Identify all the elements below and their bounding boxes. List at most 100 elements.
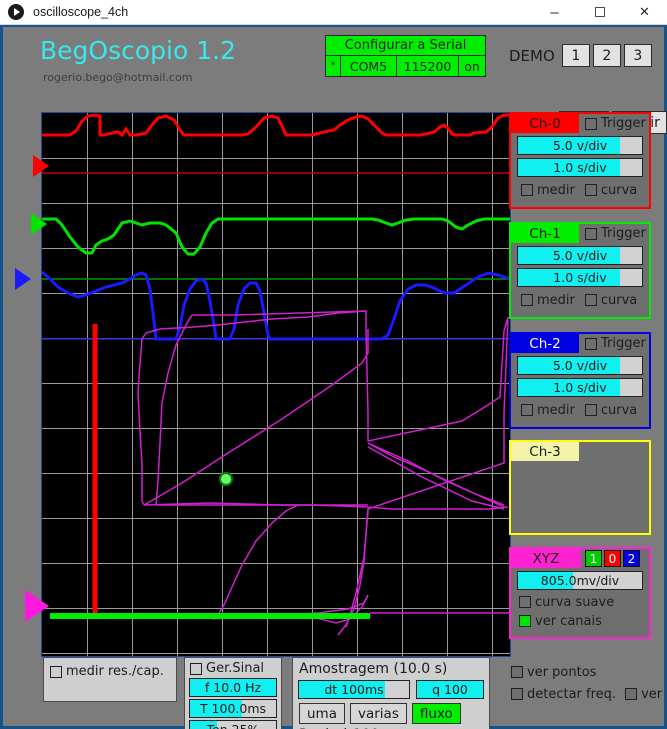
- serial-config-title[interactable]: Configurar a Serial: [326, 36, 485, 56]
- ch0-trigger-checkbox[interactable]: [585, 118, 597, 130]
- ch2-time-value: 1.0 s/div: [518, 379, 642, 396]
- ver-pontos-row[interactable]: ver pontos: [511, 661, 662, 683]
- ver-row[interactable]: ver: [625, 687, 662, 702]
- window-title: oscilloscope_4ch: [33, 5, 128, 19]
- ver-pontos-checkbox[interactable]: [511, 666, 523, 678]
- gerador-duty-slider[interactable]: Ton 25%: [189, 720, 277, 729]
- ch1-name-tag[interactable]: Ch-1: [511, 224, 579, 243]
- ch1-curva-group[interactable]: curva: [585, 293, 637, 308]
- amostragem-q-value: q 100: [417, 681, 483, 698]
- xyz-axis-y-button[interactable]: 0: [604, 550, 621, 567]
- xyz-title-tag[interactable]: XYZ: [511, 549, 581, 568]
- medir-res-cap-checkbox[interactable]: [50, 666, 62, 678]
- ch1-curva-checkbox[interactable]: [585, 294, 597, 306]
- ch2-medir-checkbox[interactable]: [521, 404, 533, 416]
- ch2-volts-slider[interactable]: 5.0 v/div: [517, 356, 643, 375]
- demo-label: DEMO: [509, 47, 555, 65]
- serial-config-panel[interactable]: Configurar a Serial * COM5 115200 on: [325, 35, 486, 77]
- app-content: BegOscopio 1.2 rogerio.bego@hotmail.com …: [3, 27, 664, 726]
- ver-pontos-label: ver pontos: [527, 665, 596, 680]
- panel-ch2-header: Ch-2 Trigger: [511, 334, 649, 353]
- demo-button-2[interactable]: 2: [593, 44, 621, 67]
- gerador-checkbox[interactable]: [190, 663, 202, 675]
- serial-state-cell[interactable]: on: [459, 56, 485, 76]
- ver-checkbox[interactable]: [625, 688, 637, 700]
- panel-ch1: Ch-1 Trigger 5.0 v/div 1.0 s/div medir: [509, 222, 651, 319]
- amostragem-dt-slider[interactable]: dt 100ms: [298, 680, 410, 699]
- ch0-time-slider[interactable]: 1.0 s/div: [517, 158, 643, 177]
- panel-ch1-footer: medir curva: [521, 290, 649, 310]
- ch1-trigger-toggle[interactable]: Trigger: [585, 226, 646, 241]
- panel-xyz-header: XYZ 1 0 2: [511, 549, 649, 568]
- author-email: rogerio.bego@hotmail.com: [43, 71, 192, 84]
- gerador-period-slider[interactable]: T 100.0ms: [189, 699, 277, 718]
- panel-ch2: Ch-2 Trigger 5.0 v/div 1.0 s/div medir: [509, 332, 651, 429]
- ch1-volts-value: 5.0 v/div: [518, 247, 642, 264]
- channel-marker-ch0[interactable]: [33, 155, 49, 177]
- serial-baud-cell[interactable]: 115200: [397, 56, 459, 76]
- ch0-volts-slider[interactable]: 5.0 v/div: [517, 136, 643, 155]
- detectar-freq-row[interactable]: detectar freq. ver: [511, 683, 662, 705]
- panel-ch0: Ch-0 Trigger 5.0 v/div 1.0 s/div medir: [509, 112, 651, 209]
- xyz-axis-x-button[interactable]: 1: [585, 550, 602, 567]
- gerador-toggle-row[interactable]: Ger.Sinal: [190, 661, 281, 676]
- amostragem-uma-button[interactable]: uma: [299, 703, 345, 724]
- maximize-button[interactable]: [577, 0, 622, 25]
- ch0-medir-checkbox[interactable]: [521, 184, 533, 196]
- detectar-freq-label: detectar freq.: [527, 687, 616, 702]
- panel-ch2-footer: medir curva: [521, 400, 649, 420]
- amostragem-title: Amostragem (10.0 s): [299, 661, 489, 677]
- demo-button-1[interactable]: 1: [562, 44, 590, 67]
- window-controls: – ✕: [532, 0, 667, 25]
- serial-star-cell[interactable]: *: [326, 56, 341, 76]
- xyz-ver-canais-checkbox[interactable]: [519, 615, 531, 627]
- medir-res-cap-label: medir res./cap.: [66, 664, 164, 679]
- ch2-curva-checkbox[interactable]: [585, 404, 597, 416]
- minimize-button[interactable]: –: [532, 0, 577, 25]
- ch0-name-tag[interactable]: Ch-0: [511, 114, 579, 133]
- ch1-time-value: 1.0 s/div: [518, 269, 642, 286]
- xyz-scale-slider[interactable]: 805.0mv/div: [517, 571, 643, 590]
- amostragem-varias-button[interactable]: varias: [350, 703, 407, 724]
- page-title: BegOscopio 1.2: [40, 36, 236, 65]
- ch2-trigger-toggle[interactable]: Trigger: [585, 336, 646, 351]
- panel-ch1-header: Ch-1 Trigger: [511, 224, 649, 243]
- serial-port-cell[interactable]: COM5: [341, 56, 397, 76]
- ch1-medir-checkbox[interactable]: [521, 294, 533, 306]
- ch1-volts-slider[interactable]: 5.0 v/div: [517, 246, 643, 265]
- ch2-time-slider[interactable]: 1.0 s/div: [517, 378, 643, 397]
- ch0-curva-group[interactable]: curva: [585, 183, 637, 198]
- xyz-curva-suave-row[interactable]: curva suave: [519, 593, 649, 611]
- ch2-name-tag[interactable]: Ch-2: [511, 334, 579, 353]
- scope-canvas[interactable]: [42, 113, 510, 656]
- ch1-time-slider[interactable]: 1.0 s/div: [517, 268, 643, 287]
- ch2-curva-group[interactable]: curva: [585, 403, 637, 418]
- amostragem-fluxo-button[interactable]: fluxo: [412, 703, 461, 724]
- gerador-label: Ger.Sinal: [206, 661, 264, 676]
- channel-marker-xyz[interactable]: [25, 590, 49, 622]
- ch3-name-tag[interactable]: Ch-3: [511, 442, 579, 461]
- trace-ch0: [42, 115, 510, 135]
- ch0-curva-checkbox[interactable]: [585, 184, 597, 196]
- amostragem-q-slider[interactable]: q 100: [416, 680, 484, 699]
- gerador-duty-value: Ton 25%: [190, 721, 276, 729]
- signal-generator-panel: Ger.Sinal f 10.0 Hz T 100.0ms Ton 25%: [184, 657, 282, 729]
- channel-marker-ch2[interactable]: [15, 268, 31, 290]
- detectar-freq-checkbox[interactable]: [511, 688, 523, 700]
- medir-res-cap-row[interactable]: medir res./cap.: [50, 664, 176, 679]
- channel-marker-ch1[interactable]: [31, 213, 47, 235]
- xyz-ver-canais-row[interactable]: ver canais: [519, 612, 649, 630]
- demo-button-3[interactable]: 3: [624, 44, 652, 67]
- gerador-period-value: T 100.0ms: [190, 700, 276, 717]
- ch0-trigger-toggle[interactable]: Trigger: [585, 116, 646, 131]
- panel-ch0-header: Ch-0 Trigger: [511, 114, 649, 133]
- ch1-trigger-checkbox[interactable]: [585, 228, 597, 240]
- xyz-axis-z-button[interactable]: 2: [623, 550, 640, 567]
- gerador-freq-slider[interactable]: f 10.0 Hz: [189, 678, 277, 697]
- close-button[interactable]: ✕: [622, 0, 667, 25]
- medir-res-cap-panel[interactable]: medir res./cap.: [43, 657, 177, 702]
- xyz-curva-suave-checkbox[interactable]: [519, 596, 531, 608]
- oscilloscope-display[interactable]: [41, 112, 511, 657]
- ch2-trigger-checkbox[interactable]: [585, 338, 597, 350]
- ch2-curva-label: curva: [601, 403, 637, 418]
